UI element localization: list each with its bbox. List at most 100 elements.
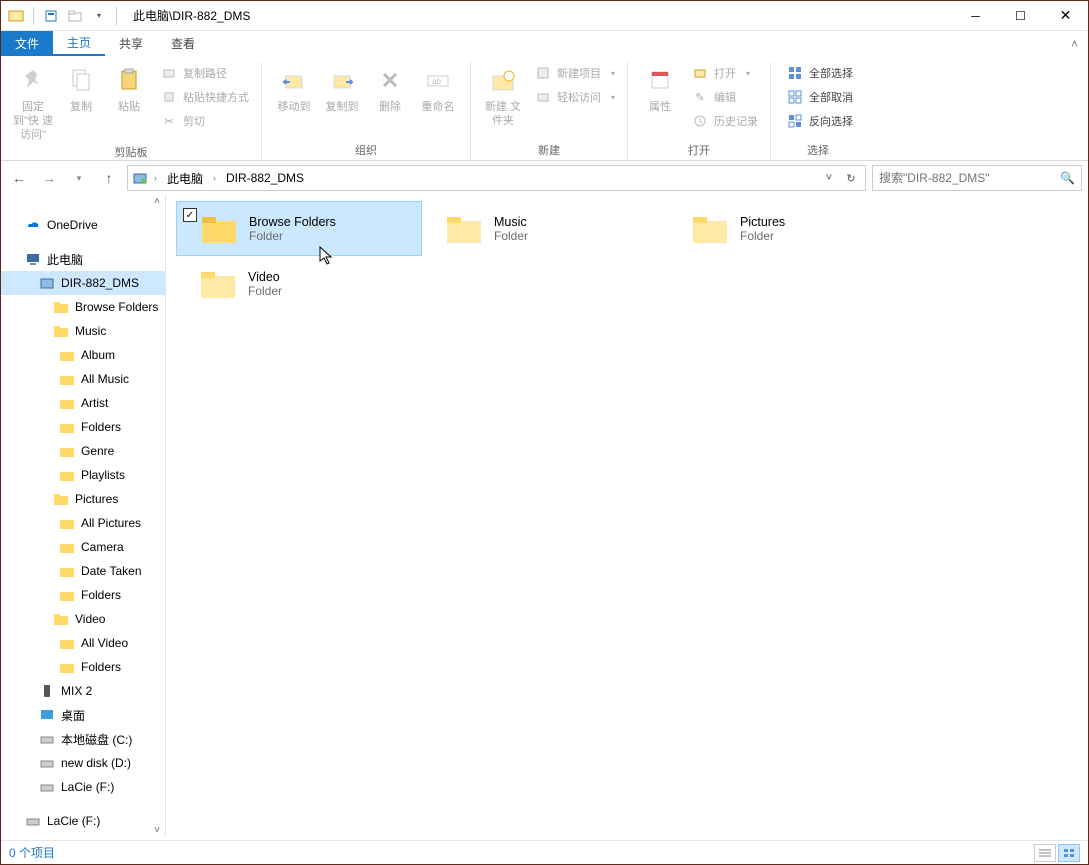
breadcrumb-seg-2[interactable]: DIR-882_DMS	[222, 171, 308, 185]
ribbon-label-new: 新建	[479, 142, 619, 160]
tile-type: Folder	[248, 284, 282, 298]
tab-file[interactable]: 文件	[1, 31, 53, 56]
paste-icon	[113, 64, 145, 96]
tree-folders3[interactable]: Folders	[1, 655, 165, 679]
tree-allmusic[interactable]: All Music	[1, 367, 165, 391]
edit-button[interactable]: ✎编辑	[688, 86, 762, 108]
scroll-up-button[interactable]: ˄	[151, 195, 163, 207]
newitem-icon	[535, 65, 551, 81]
folder-tile-browsefolders[interactable]: ✓ Browse FoldersFolder	[176, 201, 422, 256]
nav-forward-button[interactable]: →	[37, 166, 61, 190]
tree-pictures[interactable]: Pictures	[1, 487, 165, 511]
status-bar: 0 个项目	[1, 840, 1088, 864]
tree-browsefolders[interactable]: Browse Folders	[1, 295, 165, 319]
copyto-button[interactable]: 复制到	[318, 62, 366, 116]
tree-folders1[interactable]: Folders	[1, 415, 165, 439]
tree-folders2[interactable]: Folders	[1, 583, 165, 607]
folder-tile-music[interactable]: MusicFolder	[422, 201, 668, 256]
tree-desktop[interactable]: 桌面	[1, 703, 165, 727]
refresh-button[interactable]: ↻	[841, 168, 861, 188]
tree-video[interactable]: Video	[1, 607, 165, 631]
tree-diskd[interactable]: new disk (D:)	[1, 751, 165, 775]
tree-diskf1[interactable]: LaCie (F:)	[1, 775, 165, 799]
tree-diskf2[interactable]: LaCie (F:)	[1, 809, 165, 833]
pin-button[interactable]: 固定到"快 速访问"	[9, 62, 57, 144]
tree-music[interactable]: Music	[1, 319, 165, 343]
ribbon-group-select: 全部选择 全部取消 反向选择 选择	[771, 62, 865, 160]
tree-playlists[interactable]: Playlists	[1, 463, 165, 487]
paste-button[interactable]: 粘贴	[105, 62, 153, 116]
tree-diskc[interactable]: 本地磁盘 (C:)	[1, 727, 165, 751]
minimize-button[interactable]: ─	[953, 1, 998, 30]
maximize-button[interactable]: ☐	[998, 1, 1043, 30]
history-button[interactable]: 历史记录	[688, 110, 762, 132]
folder-tile-video[interactable]: VideoFolder	[176, 256, 422, 311]
folder-icon	[59, 587, 75, 603]
copy-button[interactable]: 复制	[57, 62, 105, 116]
tree-onedrive[interactable]: OneDrive	[1, 213, 165, 237]
nav-recent-button[interactable]: ▾	[67, 166, 91, 190]
pasteshortcut-button[interactable]: 粘贴快捷方式	[157, 86, 253, 108]
tab-share[interactable]: 共享	[105, 31, 157, 56]
moveto-icon	[278, 64, 310, 96]
address-icon	[132, 170, 148, 186]
qat-properties-icon[interactable]	[42, 7, 60, 25]
view-tiles-button[interactable]	[1058, 844, 1080, 862]
tree-datetaken[interactable]: Date Taken	[1, 559, 165, 583]
breadcrumb-seg-1[interactable]: 此电脑	[163, 170, 207, 187]
tree-mix2[interactable]: MIX 2	[1, 679, 165, 703]
rename-button[interactable]: ab重命名	[414, 62, 462, 116]
copypath-icon	[161, 65, 177, 81]
selectall-button[interactable]: 全部选择	[783, 62, 857, 84]
folder-icon	[59, 371, 75, 387]
folder-icon	[59, 563, 75, 579]
tree-camera[interactable]: Camera	[1, 535, 165, 559]
newitem-button[interactable]: 新建项目▾	[531, 62, 619, 84]
ribbon-collapse-button[interactable]: ˄	[1061, 31, 1088, 56]
selectnone-button[interactable]: 全部取消	[783, 86, 857, 108]
tree-album[interactable]: Album	[1, 343, 165, 367]
invert-button[interactable]: 反向选择	[783, 110, 857, 132]
tile-checkbox[interactable]: ✓	[183, 208, 197, 222]
tree-genre[interactable]: Genre	[1, 439, 165, 463]
folder-icon	[59, 635, 75, 651]
view-details-button[interactable]	[1034, 844, 1056, 862]
delete-button[interactable]: 删除	[366, 62, 414, 116]
search-input[interactable]	[879, 171, 1060, 185]
search-icon[interactable]: 🔍	[1060, 171, 1075, 185]
selectnone-icon	[787, 89, 803, 105]
tree-thispc[interactable]: 此电脑	[1, 247, 165, 271]
tab-home[interactable]: 主页	[53, 31, 105, 56]
drive-icon	[39, 755, 55, 771]
close-button[interactable]: ✕	[1043, 1, 1088, 30]
nav-back-button[interactable]: ←	[7, 166, 31, 190]
tree-dir882[interactable]: DIR-882_DMS	[1, 271, 165, 295]
copyto-icon	[326, 64, 358, 96]
copypath-button[interactable]: 复制路径	[157, 62, 253, 84]
tile-type: Folder	[249, 229, 336, 243]
qat-newfolder-icon[interactable]	[66, 7, 84, 25]
newfolder-button[interactable]: 新建 文件夹	[479, 62, 527, 130]
scroll-down-button[interactable]: ˅	[151, 824, 163, 836]
chevron-right-icon[interactable]: ›	[213, 173, 216, 183]
moveto-button[interactable]: 移动到	[270, 62, 318, 116]
nav-up-button[interactable]: ↑	[97, 166, 121, 190]
tree-allvideo[interactable]: All Video	[1, 631, 165, 655]
cut-button[interactable]: ✂剪切	[157, 110, 253, 132]
search-box[interactable]: 🔍	[872, 165, 1082, 191]
properties-button[interactable]: 属性	[636, 62, 684, 116]
address-bar[interactable]: › 此电脑 › DIR-882_DMS ˅ ↻	[127, 165, 866, 191]
chevron-right-icon[interactable]: ›	[154, 173, 157, 183]
folder-tile-pictures[interactable]: PicturesFolder	[668, 201, 914, 256]
tab-view[interactable]: 查看	[157, 31, 209, 56]
tree-artist[interactable]: Artist	[1, 391, 165, 415]
content-pane[interactable]: ✓ Browse FoldersFolder MusicFolder Pictu…	[166, 195, 1088, 836]
address-dropdown-button[interactable]: ˅	[819, 168, 839, 188]
tree-allpictures[interactable]: All Pictures	[1, 511, 165, 535]
easyaccess-button[interactable]: 轻松访问▾	[531, 86, 619, 108]
computer-icon	[25, 251, 41, 267]
tile-type: Folder	[740, 229, 785, 243]
open-icon	[692, 65, 708, 81]
qat-dropdown-icon[interactable]: ▾	[90, 7, 108, 25]
open-button[interactable]: 打开▾	[688, 62, 762, 84]
